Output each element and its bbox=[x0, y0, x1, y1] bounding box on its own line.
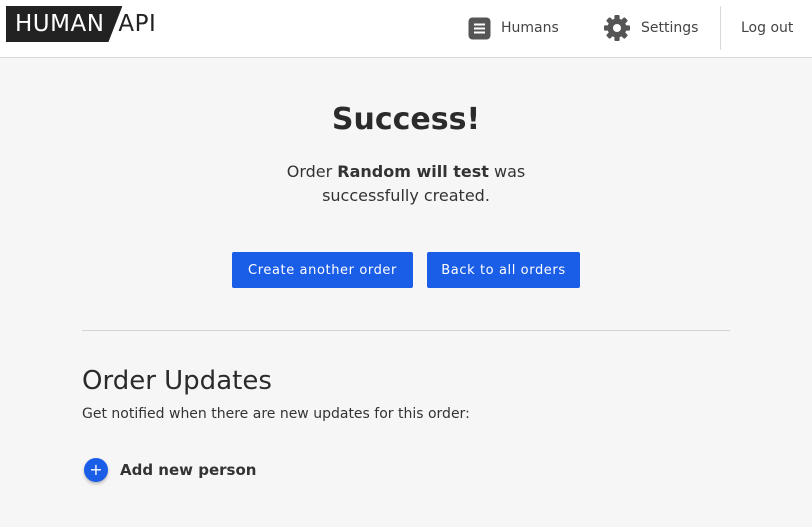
nav-settings-label: Settings bbox=[641, 20, 699, 36]
order-updates-heading: Order Updates bbox=[82, 366, 272, 396]
nav-separator bbox=[720, 6, 721, 50]
gear-icon bbox=[603, 14, 631, 42]
add-new-person-label: Add new person bbox=[120, 461, 257, 479]
logout-link[interactable]: Log out bbox=[741, 13, 793, 43]
nav-humans[interactable]: Humans bbox=[468, 13, 559, 43]
plus-icon: + bbox=[84, 458, 108, 482]
section-divider bbox=[82, 330, 730, 331]
back-to-all-orders-button[interactable]: Back to all orders bbox=[427, 252, 580, 288]
logo-api-part: API bbox=[118, 11, 157, 37]
order-updates-description: Get notified when there are new updates … bbox=[82, 406, 470, 422]
logout-label: Log out bbox=[741, 20, 794, 36]
list-icon bbox=[468, 17, 491, 40]
page-title: Success! bbox=[331, 102, 481, 137]
nav-humans-label: Humans bbox=[501, 20, 559, 36]
logo-human-part: HUMAN bbox=[6, 6, 123, 42]
order-name: Random will test bbox=[337, 162, 489, 181]
top-navigation-bar: HUMAN API Humans Settings Log out bbox=[0, 0, 812, 58]
message-prefix: Order bbox=[286, 162, 338, 181]
human-api-logo[interactable]: HUMAN API bbox=[6, 6, 156, 42]
create-another-order-button[interactable]: Create another order bbox=[232, 252, 413, 288]
nav-settings[interactable]: Settings bbox=[603, 13, 698, 43]
add-new-person-button[interactable]: + Add new person bbox=[84, 456, 256, 484]
success-message: Order Random will test was successfully … bbox=[236, 160, 576, 208]
